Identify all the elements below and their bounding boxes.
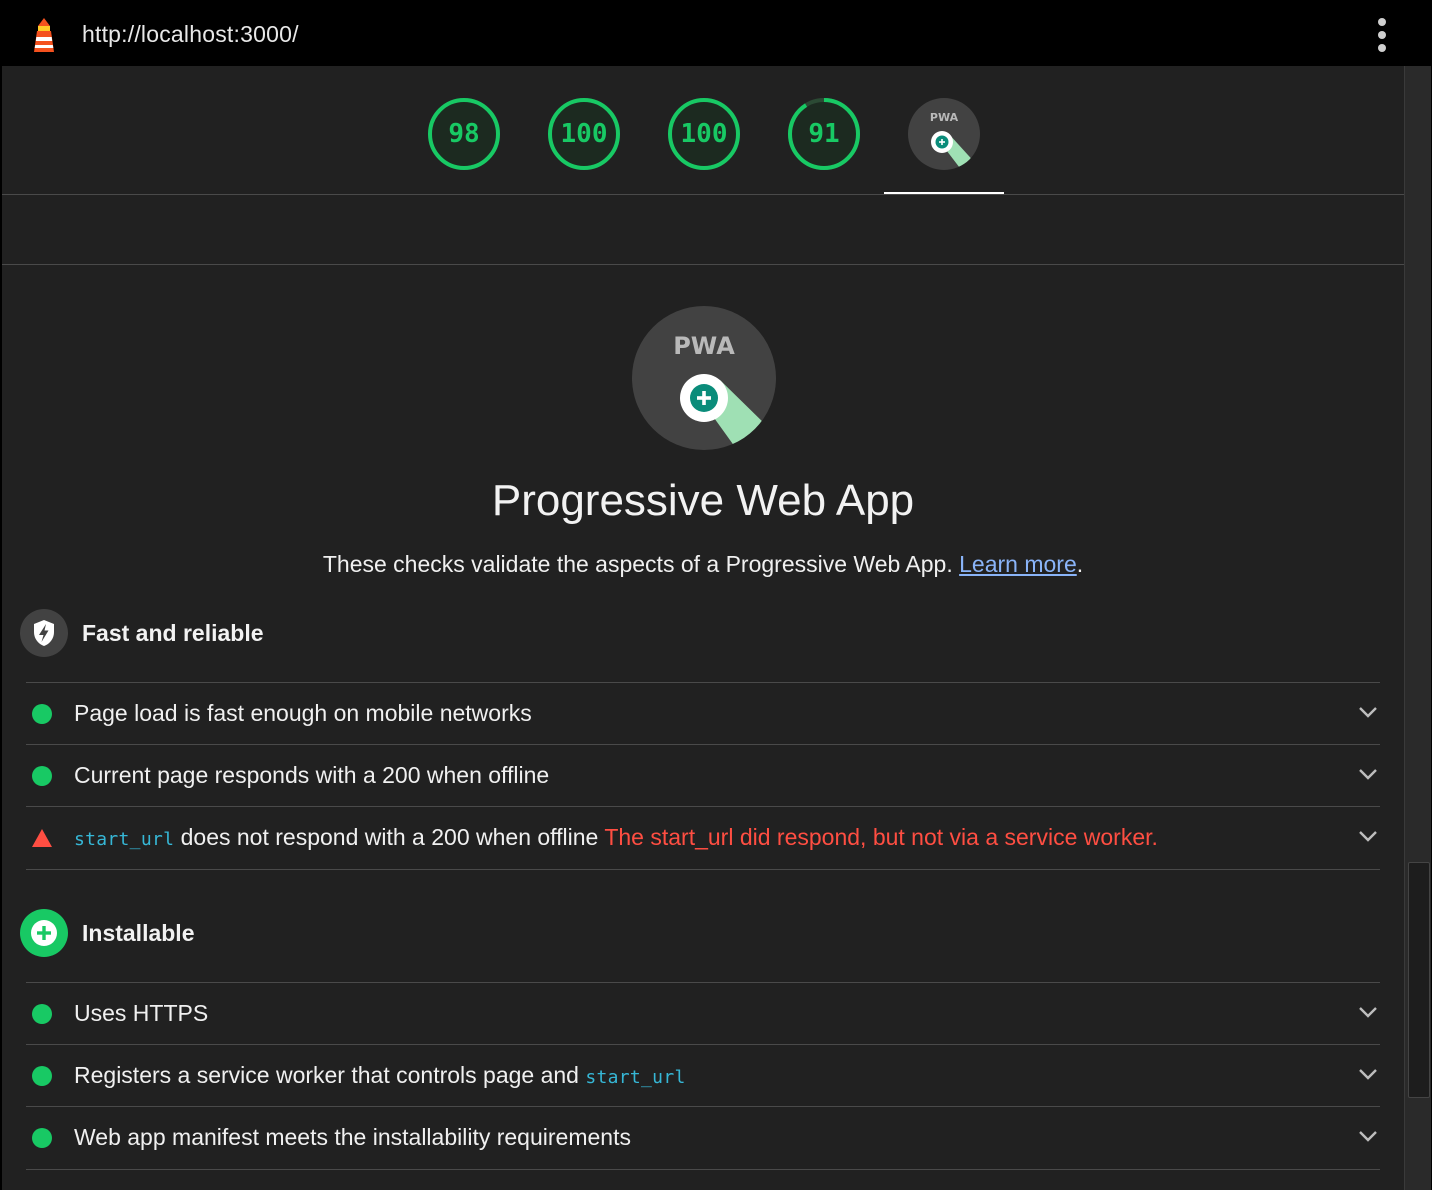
- gauge-score: 98: [448, 119, 480, 149]
- gauge-score: 100: [680, 119, 728, 149]
- audit-row[interactable]: Uses HTTPS: [26, 982, 1380, 1045]
- audit-title-text: Uses HTTPS: [74, 1000, 209, 1026]
- chevron-down-icon[interactable]: [1358, 1067, 1378, 1081]
- gauge-accessibility[interactable]: 100: [546, 96, 622, 172]
- audit-title: Uses HTTPS: [74, 1000, 208, 1027]
- gauge-best-practices[interactable]: 100: [666, 96, 742, 172]
- learn-more-link[interactable]: Learn more: [959, 551, 1077, 577]
- audit-title-text: Web app manifest meets the installabilit…: [74, 1124, 631, 1150]
- lighthouse-report-window: http://localhost:3000/ 98 100 100 91 PWA…: [0, 0, 1432, 1190]
- audit-title: Web app manifest meets the installabilit…: [74, 1124, 631, 1151]
- audit-title: Registers a service worker that controls…: [74, 1062, 686, 1089]
- pwa-badge-icon: PWA: [908, 98, 980, 170]
- pass-indicator-icon: [32, 704, 52, 724]
- plus-circle-icon: [20, 909, 68, 957]
- more-vert-icon[interactable]: [1374, 16, 1390, 54]
- svg-text:PWA: PWA: [930, 111, 959, 124]
- pass-indicator-icon: [32, 1004, 52, 1024]
- chevron-down-icon[interactable]: [1358, 829, 1378, 843]
- svg-text:PWA: PWA: [673, 332, 735, 360]
- chevron-down-icon[interactable]: [1358, 767, 1378, 781]
- audit-code: start_url: [74, 829, 175, 850]
- scrollbar[interactable]: [1404, 66, 1431, 1190]
- gauge-score: 91: [808, 119, 840, 149]
- gauge-pwa[interactable]: PWA: [906, 96, 982, 172]
- chevron-down-icon[interactable]: [1358, 705, 1378, 719]
- group-title: Installable: [82, 920, 195, 946]
- report-content: 98 100 100 91 PWA PWA Progressive Web Ap…: [2, 66, 1404, 1190]
- chevron-down-icon[interactable]: [1358, 1005, 1378, 1019]
- scrollbar-thumb[interactable]: [1408, 862, 1430, 1098]
- description-text: These checks validate the aspects of a P…: [322, 551, 953, 577]
- fail-triangle-icon: [32, 829, 52, 847]
- lightning-shield-icon: [20, 609, 68, 657]
- description-period: .: [1076, 551, 1084, 577]
- audit-title-text: Page load is fast enough on mobile netwo…: [74, 700, 532, 726]
- pass-indicator-icon: [32, 1066, 52, 1086]
- audit-code: start_url: [585, 1067, 686, 1088]
- group-title: Fast and reliable: [82, 620, 264, 646]
- pwa-category-icon: PWA: [632, 306, 776, 450]
- pass-indicator-icon: [32, 1128, 52, 1148]
- page-url: http://localhost:3000/: [82, 21, 299, 47]
- audit-title-text: Registers a service worker that controls…: [74, 1062, 579, 1088]
- group-header-installable: Installable: [20, 909, 620, 959]
- score-gauges: 98 100 100 91 PWA: [2, 66, 1404, 195]
- chevron-down-icon[interactable]: [1358, 1129, 1378, 1143]
- audit-title: Current page responds with a 200 when of…: [74, 762, 549, 789]
- audit-row[interactable]: Registers a service worker that controls…: [26, 1044, 1380, 1107]
- audit-row[interactable]: Web app manifest meets the installabilit…: [26, 1106, 1380, 1170]
- audit-title: Page load is fast enough on mobile netwo…: [74, 700, 532, 727]
- divider: [2, 194, 1404, 195]
- audit-title-text: does not respond with a 200 when offline: [180, 824, 599, 850]
- gauge-seo[interactable]: 91: [786, 96, 862, 172]
- category-title: Progressive Web App: [491, 476, 915, 525]
- audit-row[interactable]: Page load is fast enough on mobile netwo…: [26, 682, 1380, 745]
- audit-row[interactable]: Current page responds with a 200 when of…: [26, 744, 1380, 807]
- group-header-fast-reliable: Fast and reliable: [20, 609, 620, 659]
- gauge-score: 100: [560, 119, 608, 149]
- divider: [2, 264, 1404, 265]
- pass-indicator-icon: [32, 766, 52, 786]
- audit-title-text: Current page responds with a 200 when of…: [74, 762, 550, 788]
- audit-row[interactable]: start_url does not respond with a 200 wh…: [26, 806, 1380, 870]
- top-bar: http://localhost:3000/: [2, 2, 1430, 66]
- audit-explanation: The start_url did respond, but not via a…: [604, 824, 1158, 850]
- category-description: These checks validate the aspects of a P…: [2, 551, 1404, 578]
- gauge-performance[interactable]: 98: [426, 96, 502, 172]
- audit-title: start_url does not respond with a 200 wh…: [74, 824, 1158, 851]
- lighthouse-icon: [34, 18, 54, 52]
